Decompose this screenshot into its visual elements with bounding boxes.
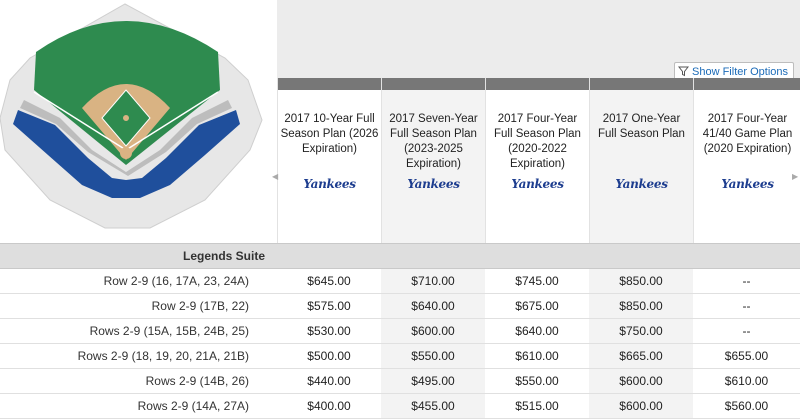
plan-name: 2017 10-Year Full Season Plan (2026 Expi…	[280, 113, 379, 155]
plan-name: 2017 Seven-Year Full Season Plan (2023-2…	[389, 113, 478, 170]
price-cell[interactable]: $515.00	[485, 394, 589, 418]
price-cell[interactable]: $440.00	[277, 369, 381, 393]
plan-column-5[interactable]: 2017 Four-Year 41/40 Game Plan (2020 Exp…	[693, 78, 800, 243]
price-cell[interactable]: $600.00	[589, 394, 693, 418]
price-cell[interactable]: $610.00	[693, 369, 800, 393]
yankees-logo: Yankees	[407, 177, 460, 191]
price-cell[interactable]: $550.00	[381, 344, 485, 368]
row-label: Rows 2-9 (14B, 26)	[145, 374, 249, 388]
price-cell[interactable]: $750.00	[589, 319, 693, 343]
plan-column-2[interactable]: 2017 Seven-Year Full Season Plan (2023-2…	[381, 78, 485, 243]
price-row[interactable]: Rows 2-9 (14B, 26) $440.00 $495.00 $550.…	[0, 369, 800, 394]
plan-header-bar	[382, 78, 485, 90]
price-cell[interactable]: $600.00	[589, 369, 693, 393]
row-label: Row 2-9 (17B, 22)	[151, 299, 249, 313]
price-cell[interactable]: $495.00	[381, 369, 485, 393]
plan-name: 2017 Four-Year Full Season Plan (2020-20…	[494, 113, 581, 170]
price-row[interactable]: Row 2-9 (17B, 22) $575.00 $640.00 $675.0…	[0, 294, 800, 319]
row-label: Row 2-9 (16, 17A, 23, 24A)	[103, 274, 249, 288]
stadium-map-graphic	[0, 3, 263, 229]
plan-name: 2017 Four-Year 41/40 Game Plan (2020 Exp…	[702, 113, 793, 155]
price-cell[interactable]: $600.00	[381, 319, 485, 343]
plan-column-1[interactable]: 2017 10-Year Full Season Plan (2026 Expi…	[277, 78, 381, 243]
price-cell[interactable]: $530.00	[277, 319, 381, 343]
price-cell[interactable]: $560.00	[693, 394, 800, 418]
plan-header-bar	[278, 78, 381, 90]
filter-button-label: Show Filter Options	[692, 65, 788, 78]
price-cell[interactable]: $550.00	[485, 369, 589, 393]
yankees-logo: Yankees	[721, 177, 774, 191]
stadium-seating-map[interactable]	[0, 0, 277, 243]
price-cell[interactable]: $655.00	[693, 344, 800, 368]
plan-header-bar	[694, 78, 800, 90]
yankees-logo: Yankees	[303, 177, 356, 191]
price-cell[interactable]: $645.00	[277, 269, 381, 293]
price-cell[interactable]: --	[693, 294, 800, 318]
section-title: Legends Suite	[182, 249, 265, 263]
row-label: Rows 2-9 (14A, 27A)	[137, 399, 249, 413]
price-cell[interactable]: $850.00	[589, 269, 693, 293]
plan-column-4[interactable]: 2017 One-Year Full Season Plan Yankees	[589, 78, 693, 243]
price-row[interactable]: Rows 2-9 (15A, 15B, 24B, 25) $530.00 $60…	[0, 319, 800, 344]
yankees-logo: Yankees	[615, 177, 668, 191]
price-cell[interactable]: --	[693, 319, 800, 343]
price-row[interactable]: Rows 2-9 (14A, 27A) $400.00 $455.00 $515…	[0, 394, 800, 419]
price-cell[interactable]: --	[693, 269, 800, 293]
plan-header-bar	[486, 78, 589, 90]
price-cell[interactable]: $575.00	[277, 294, 381, 318]
price-cell[interactable]: $665.00	[589, 344, 693, 368]
price-cell[interactable]: $400.00	[277, 394, 381, 418]
scroll-right-arrow-icon[interactable]: ▶	[792, 172, 798, 181]
price-cell[interactable]: $455.00	[381, 394, 485, 418]
price-row[interactable]: Rows 2-9 (18, 19, 20, 21A, 21B) $500.00 …	[0, 344, 800, 369]
price-cell[interactable]: $710.00	[381, 269, 485, 293]
price-cell[interactable]: $675.00	[485, 294, 589, 318]
price-cell[interactable]: $640.00	[381, 294, 485, 318]
yankees-logo: Yankees	[511, 177, 564, 191]
price-cell[interactable]: $640.00	[485, 319, 589, 343]
price-row[interactable]: Row 2-9 (16, 17A, 23, 24A) $645.00 $710.…	[0, 269, 800, 294]
plan-column-3[interactable]: 2017 Four-Year Full Season Plan (2020-20…	[485, 78, 589, 243]
row-label: Rows 2-9 (18, 19, 20, 21A, 21B)	[77, 349, 249, 363]
scroll-left-arrow-icon[interactable]: ◀	[272, 172, 278, 181]
row-label: Rows 2-9 (15A, 15B, 24B, 25)	[89, 324, 249, 338]
price-cell[interactable]: $500.00	[277, 344, 381, 368]
funnel-icon	[678, 66, 690, 77]
section-header-row: Legends Suite	[0, 243, 800, 269]
plan-name: 2017 One-Year Full Season Plan	[598, 113, 685, 140]
price-cell[interactable]: $850.00	[589, 294, 693, 318]
price-cell[interactable]: $745.00	[485, 269, 589, 293]
price-cell[interactable]: $610.00	[485, 344, 589, 368]
plan-header-bar	[590, 78, 693, 90]
